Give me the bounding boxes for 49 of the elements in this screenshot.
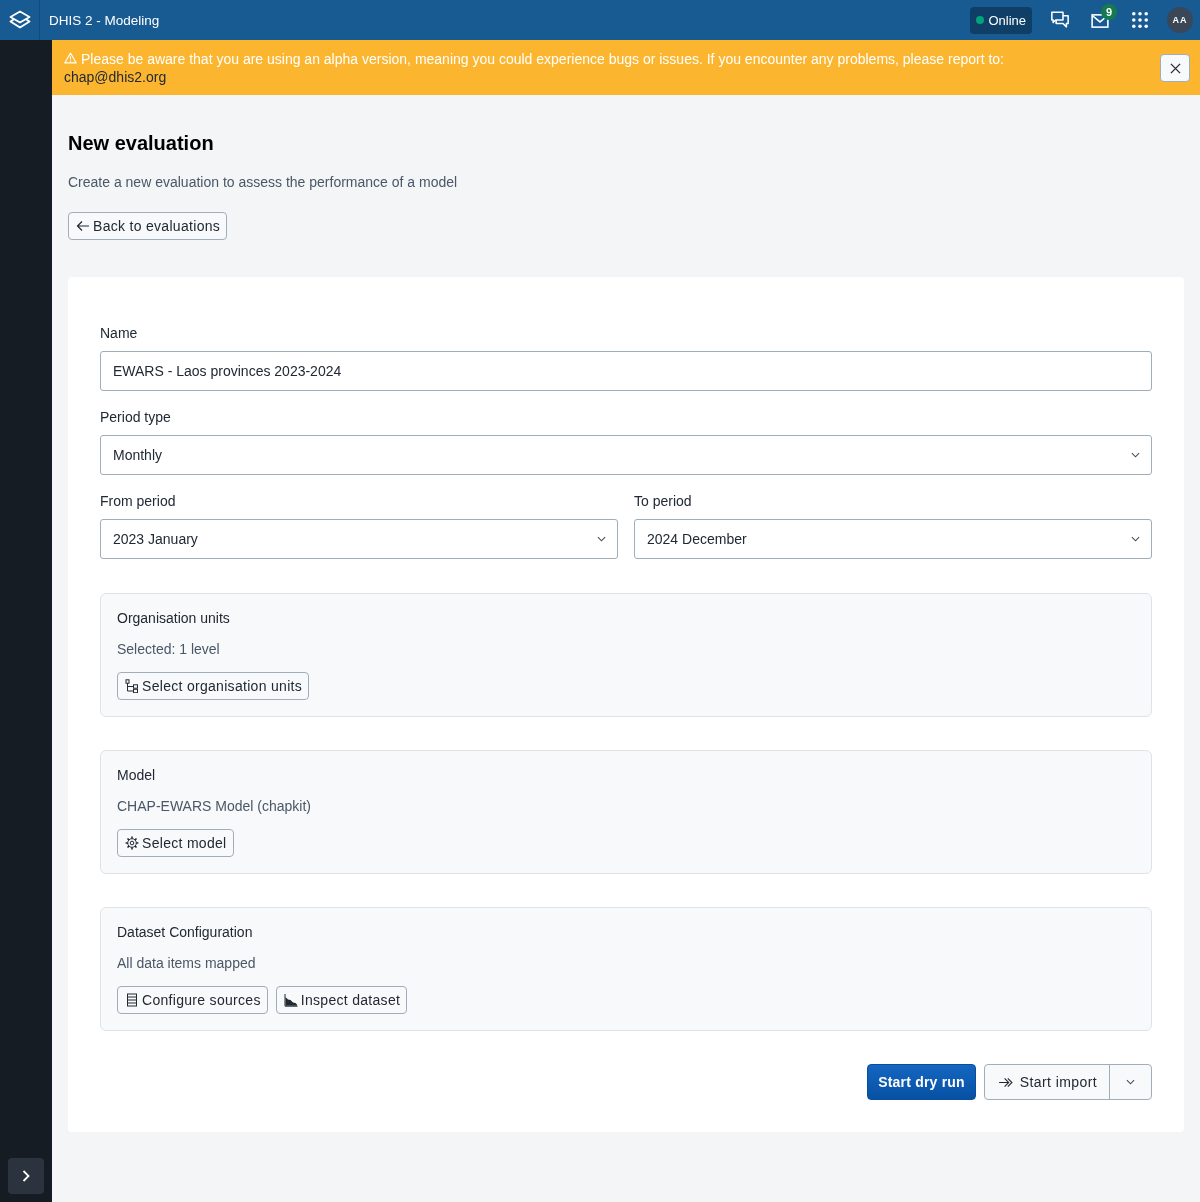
sidebar-toggle-button[interactable] [8, 1158, 44, 1194]
list-icon [125, 993, 139, 1007]
close-button[interactable] [1160, 54, 1190, 82]
section-button[interactable]: Select organisation units [117, 672, 310, 700]
chevron-icon [22, 1170, 30, 1182]
alert-message: Please be aware that you are using an alpha version, meaning you could experience bugs or issues. If you encounter any problems, please report to: [81, 50, 1004, 68]
section-title: Dataset Configuration [117, 924, 253, 941]
section-summary: CHAP-EWARS Model (chapkit) [117, 798, 311, 815]
tree-icon [125, 679, 139, 693]
text-input[interactable]: EWARS - Laos provinces 2023-2024 [100, 351, 1152, 391]
chat-bubbles-icon [1050, 11, 1070, 29]
chevron-down-icon [1131, 452, 1140, 458]
logo-icon[interactable] [8, 10, 31, 30]
double-arrow-right-icon [997, 1076, 1013, 1088]
apps-grid-icon [1132, 12, 1148, 28]
page-title: New evaluation [68, 131, 214, 155]
warning-icon [64, 52, 77, 64]
section-button[interactable]: Select model [117, 829, 234, 857]
page-description: Create a new evaluation to assess the performance of a model [68, 173, 458, 191]
section-button[interactable]: Inspect dataset [275, 986, 408, 1014]
select-field[interactable]: 2024 December [634, 519, 1152, 559]
chevron-down-icon [1131, 536, 1140, 542]
app-title: DHIS 2 - Modeling [49, 12, 160, 28]
email-link[interactable]: chap@dhis2.org [64, 68, 167, 86]
user-avatar[interactable]: AA [1167, 7, 1193, 33]
start-import-button[interactable]: Start import [984, 1065, 1110, 1099]
gear-icon [125, 836, 139, 850]
message-count-badge: 9 [1101, 4, 1117, 20]
chevron-down-icon [597, 536, 606, 542]
field-label: From period [100, 493, 177, 510]
select-field[interactable]: 2023 January [100, 519, 618, 559]
field-label: To period [634, 493, 693, 510]
close-icon [1169, 62, 1181, 74]
field-label: Name [100, 325, 139, 342]
field-label: Period type [100, 409, 172, 426]
section-title: Model [117, 767, 156, 784]
envelope-icon [1091, 14, 1109, 28]
select-field[interactable]: Monthly [100, 435, 1152, 475]
section-summary: All data items mapped [117, 955, 256, 972]
area-chart-icon [283, 993, 298, 1007]
arrow-left-icon [76, 219, 90, 233]
start-dry-run-button[interactable]: Start dry run [867, 1064, 976, 1100]
messages-button[interactable]: 9 [1080, 0, 1120, 40]
section-summary: Selected: 1 level [117, 641, 220, 658]
status-label: Online [988, 12, 1026, 28]
section-title: Organisation units [117, 610, 230, 627]
chevron-down-icon [1126, 1079, 1135, 1085]
section-button[interactable]: Configure sources [117, 986, 268, 1014]
back-button[interactable]: Back to evaluations [68, 212, 228, 240]
